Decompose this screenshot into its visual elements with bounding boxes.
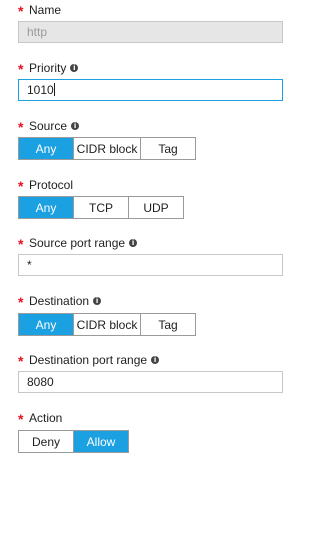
destination-label-row: * Destination i (18, 293, 102, 310)
destination-port-range-value: 8080 (27, 375, 54, 389)
name-label: Name (29, 3, 62, 17)
destination-label: Destination (29, 294, 90, 308)
destination-port-range-input[interactable]: 8080 (18, 371, 283, 393)
info-icon[interactable]: i (71, 122, 80, 130)
source-port-range-value: * (27, 258, 32, 272)
priority-value: 1010 (27, 83, 54, 97)
source-label-row: * Source i (18, 118, 80, 135)
action-selector: Deny Allow (18, 430, 129, 453)
source-port-range-input[interactable]: * (18, 254, 283, 276)
protocol-label-row: * Protocol (18, 177, 73, 193)
protocol-selector: Any TCP UDP (18, 196, 184, 219)
action-label-row: * Action (18, 410, 62, 426)
priority-label-row: * Priority i (18, 60, 79, 77)
action-option-allow[interactable]: Allow (74, 431, 128, 452)
name-value: http (27, 25, 48, 39)
protocol-option-udp[interactable]: UDP (129, 197, 183, 218)
protocol-label: Protocol (29, 178, 74, 192)
text-cursor (53, 83, 55, 97)
name-input[interactable]: http (18, 21, 283, 43)
required-marker: * (18, 353, 24, 369)
action-label: Action (29, 411, 63, 425)
protocol-option-any[interactable]: Any (19, 197, 74, 218)
destination-selector: Any CIDR block Tag (18, 313, 196, 336)
required-marker: * (18, 119, 24, 135)
destination-option-any[interactable]: Any (19, 314, 74, 335)
source-selector: Any CIDR block Tag (18, 137, 196, 160)
source-option-cidr-block[interactable]: CIDR block (74, 138, 141, 159)
action-option-deny[interactable]: Deny (19, 431, 74, 452)
destination-port-range-label: Destination port range (29, 353, 148, 367)
destination-port-range-label-row: * Destination port range i (18, 352, 160, 369)
source-port-range-label-row: * Source port range i (18, 235, 138, 252)
required-marker: * (18, 294, 24, 310)
source-label: Source (29, 119, 68, 133)
info-icon[interactable]: i (70, 64, 79, 72)
source-option-any[interactable]: Any (19, 138, 74, 159)
info-icon[interactable]: i (151, 356, 160, 364)
info-icon[interactable]: i (93, 297, 102, 305)
required-marker: * (18, 236, 24, 252)
name-label-row: * Name (18, 2, 61, 18)
required-marker: * (18, 411, 24, 427)
destination-option-cidr-block[interactable]: CIDR block (74, 314, 141, 335)
destination-option-tag[interactable]: Tag (141, 314, 195, 335)
priority-input[interactable]: 1010 (18, 79, 283, 101)
info-icon[interactable]: i (129, 239, 138, 247)
protocol-option-tcp[interactable]: TCP (74, 197, 129, 218)
source-option-tag[interactable]: Tag (141, 138, 195, 159)
required-marker: * (18, 178, 24, 194)
required-marker: * (18, 3, 24, 19)
source-port-range-label: Source port range (29, 236, 126, 250)
required-marker: * (18, 61, 24, 77)
priority-label: Priority (29, 61, 67, 75)
